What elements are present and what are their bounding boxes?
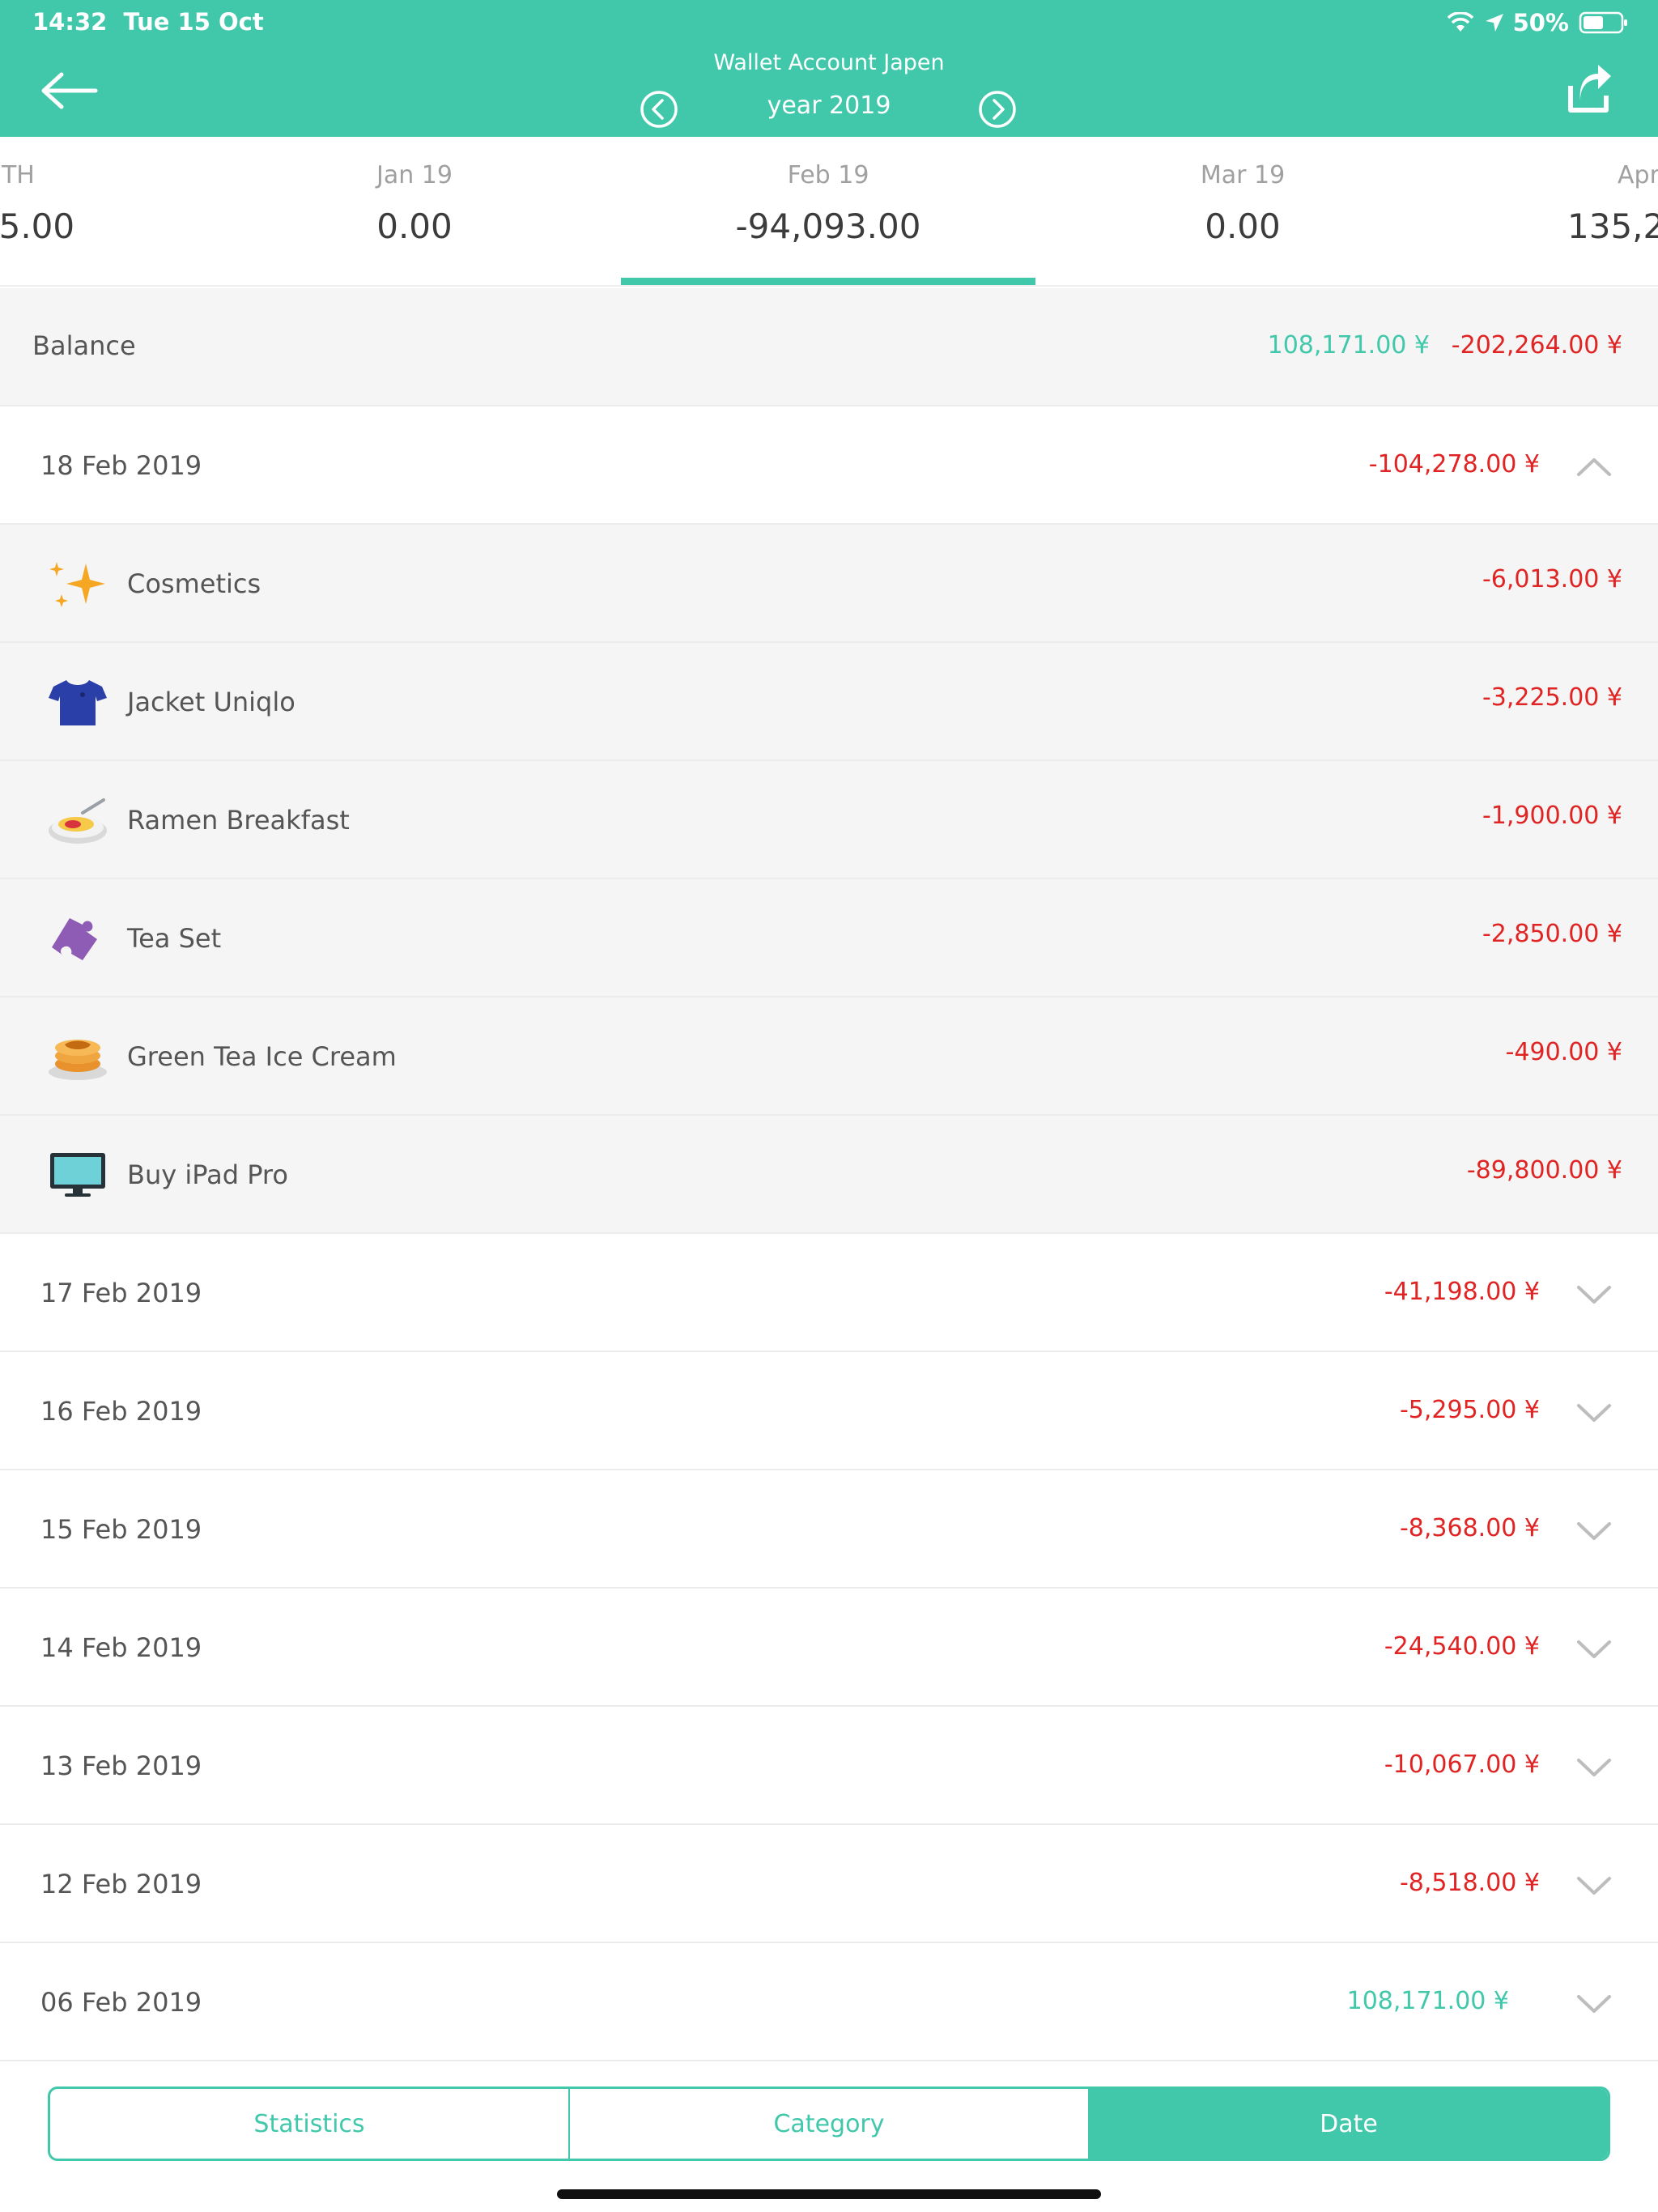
day-total: -104,278.00 ¥ bbox=[1368, 450, 1540, 479]
day-date: 13 Feb 2019 bbox=[40, 1750, 202, 1781]
tab-category[interactable]: Category bbox=[570, 2089, 1090, 2159]
tab-statistics[interactable]: Statistics bbox=[50, 2089, 570, 2159]
account-title: Wallet Account Japen bbox=[713, 50, 945, 75]
transaction-amount: -3,225.00 ¥ bbox=[1482, 683, 1622, 712]
puzzle-icon bbox=[52, 918, 97, 960]
month-label: Feb 19 bbox=[787, 161, 869, 189]
day-group-header[interactable]: 18 Feb 2019 -104,278.00 ¥ bbox=[0, 406, 1658, 525]
chevron-down-icon[interactable] bbox=[1575, 1278, 1613, 1310]
month-value: 0.00 bbox=[1205, 206, 1281, 246]
pancakes-icon bbox=[49, 1040, 107, 1080]
balance-income: 108,171.00 ¥ bbox=[1267, 331, 1430, 359]
day-group-header[interactable]: 17 Feb 2019 -41,198.00 ¥ bbox=[0, 1234, 1658, 1352]
home-indicator[interactable] bbox=[557, 2189, 1101, 2199]
battery-icon bbox=[1579, 11, 1627, 34]
year-label: year 2019 bbox=[767, 91, 891, 120]
balance-row: Balance 108,171.00 ¥ -202,264.00 ¥ bbox=[0, 288, 1658, 406]
day-total: -24,540.00 ¥ bbox=[1384, 1632, 1540, 1661]
month-value: 0.00 bbox=[376, 206, 453, 246]
balance-expense: -202,264.00 ¥ bbox=[1451, 331, 1622, 359]
day-total: 108,171.00 ¥ bbox=[1346, 1987, 1509, 2015]
month-selector[interactable]: MONTH -105.00 Jan 19 0.00 Feb 19 -94,093… bbox=[0, 137, 1658, 287]
day-date: 06 Feb 2019 bbox=[40, 1987, 202, 2018]
day-group-header[interactable]: 06 Feb 2019 108,171.00 ¥ bbox=[0, 1943, 1658, 2061]
transaction-name: Jacket Uniqlo bbox=[127, 687, 295, 717]
wifi-icon bbox=[1447, 12, 1473, 32]
transaction-item[interactable]: Green Tea Ice Cream -490.00 ¥ bbox=[0, 998, 1658, 1116]
transaction-amount: -89,800.00 ¥ bbox=[1466, 1156, 1622, 1185]
status-clock: 14:32 bbox=[32, 8, 108, 36]
chevron-up-icon[interactable] bbox=[1575, 450, 1613, 483]
month-value: -94,093.00 bbox=[735, 206, 921, 246]
transaction-item[interactable]: Buy iPad Pro -89,800.00 ¥ bbox=[0, 1116, 1658, 1234]
transaction-item[interactable]: Tea Set -2,850.00 ¥ bbox=[0, 879, 1658, 998]
balance-label: Balance bbox=[32, 330, 136, 361]
location-icon bbox=[1485, 14, 1503, 32]
day-date: 14 Feb 2019 bbox=[40, 1632, 202, 1663]
transaction-list: 18 Feb 2019 -104,278.00 ¥ Cosmetics -6,0… bbox=[0, 406, 1658, 2061]
day-total: -8,518.00 ¥ bbox=[1399, 1869, 1540, 1897]
chevron-down-icon[interactable] bbox=[1575, 1396, 1613, 1428]
transaction-name: Tea Set bbox=[127, 923, 222, 954]
transaction-item[interactable]: Jacket Uniqlo -3,225.00 ¥ bbox=[0, 643, 1658, 761]
transaction-amount: -490.00 ¥ bbox=[1505, 1038, 1622, 1066]
day-date: 15 Feb 2019 bbox=[40, 1514, 202, 1545]
day-total: -10,067.00 ¥ bbox=[1384, 1750, 1540, 1779]
month-label: Jan 19 bbox=[376, 161, 453, 189]
tshirt-icon bbox=[49, 680, 107, 725]
day-group-header[interactable]: 14 Feb 2019 -24,540.00 ¥ bbox=[0, 1589, 1658, 1707]
transaction-amount: -1,900.00 ¥ bbox=[1482, 802, 1622, 830]
day-date: 12 Feb 2019 bbox=[40, 1869, 202, 1899]
monitor-icon bbox=[50, 1153, 105, 1197]
transaction-name: Green Tea Ice Cream bbox=[127, 1041, 397, 1072]
next-year-icon[interactable] bbox=[978, 90, 1017, 129]
share-export-icon[interactable] bbox=[1564, 63, 1613, 117]
day-total: -5,295.00 ¥ bbox=[1399, 1396, 1540, 1424]
transaction-name: Cosmetics bbox=[127, 568, 261, 599]
selected-month-indicator bbox=[621, 278, 1035, 285]
day-group-header[interactable]: 12 Feb 2019 -8,518.00 ¥ bbox=[0, 1825, 1658, 1943]
day-group-header[interactable]: 16 Feb 2019 -5,295.00 ¥ bbox=[0, 1352, 1658, 1470]
chevron-down-icon[interactable] bbox=[1575, 1869, 1613, 1901]
month-tab-jan[interactable]: Jan 19 0.00 bbox=[207, 137, 622, 285]
month-label: Apr bbox=[1618, 161, 1658, 189]
day-group-header[interactable]: 13 Feb 2019 -10,067.00 ¥ bbox=[0, 1707, 1658, 1825]
month-tab-mar[interactable]: Mar 19 0.00 bbox=[1035, 137, 1450, 285]
month-tab-feb[interactable]: Feb 19 -94,093.00 bbox=[621, 137, 1035, 285]
tab-date[interactable]: Date bbox=[1090, 2089, 1608, 2159]
sparkles-icon bbox=[49, 562, 105, 607]
app-header: 14:32 Tue 15 Oct 50% Wallet Account Jape… bbox=[0, 0, 1658, 137]
day-group-header[interactable]: 15 Feb 2019 -8,368.00 ¥ bbox=[0, 1470, 1658, 1589]
transaction-amount: -2,850.00 ¥ bbox=[1482, 920, 1622, 948]
transaction-name: Buy iPad Pro bbox=[127, 1159, 288, 1190]
month-label: Mar 19 bbox=[1200, 161, 1286, 189]
day-date: 17 Feb 2019 bbox=[40, 1278, 202, 1308]
status-date: Tue 15 Oct bbox=[123, 8, 264, 36]
day-total: -41,198.00 ¥ bbox=[1384, 1278, 1540, 1306]
day-date: 18 Feb 2019 bbox=[40, 450, 202, 481]
view-mode-segmented-control: Statistics Category Date bbox=[48, 2087, 1610, 2161]
transaction-name: Ramen Breakfast bbox=[127, 805, 350, 836]
chevron-down-icon[interactable] bbox=[1575, 1632, 1613, 1665]
transaction-amount: -6,013.00 ¥ bbox=[1482, 565, 1622, 593]
noodles-icon bbox=[49, 798, 107, 844]
day-date: 16 Feb 2019 bbox=[40, 1396, 202, 1427]
chevron-down-icon[interactable] bbox=[1575, 1987, 1613, 2019]
chevron-down-icon[interactable] bbox=[1575, 1514, 1613, 1546]
status-time: 14:32 Tue 15 Oct bbox=[32, 8, 264, 36]
transaction-item[interactable]: Cosmetics -6,013.00 ¥ bbox=[0, 525, 1658, 643]
transaction-item[interactable]: Ramen Breakfast -1,900.00 ¥ bbox=[0, 761, 1658, 879]
battery-percent: 50% bbox=[1512, 9, 1569, 36]
month-value: 135,2 bbox=[1567, 206, 1658, 246]
month-tab-apr[interactable]: Apr 135,2 bbox=[1567, 137, 1658, 285]
status-indicators: 50% bbox=[1437, 8, 1629, 37]
day-total: -8,368.00 ¥ bbox=[1399, 1514, 1540, 1542]
chevron-down-icon[interactable] bbox=[1575, 1750, 1613, 1783]
view-mode-footer: Statistics Category Date bbox=[0, 2066, 1658, 2212]
